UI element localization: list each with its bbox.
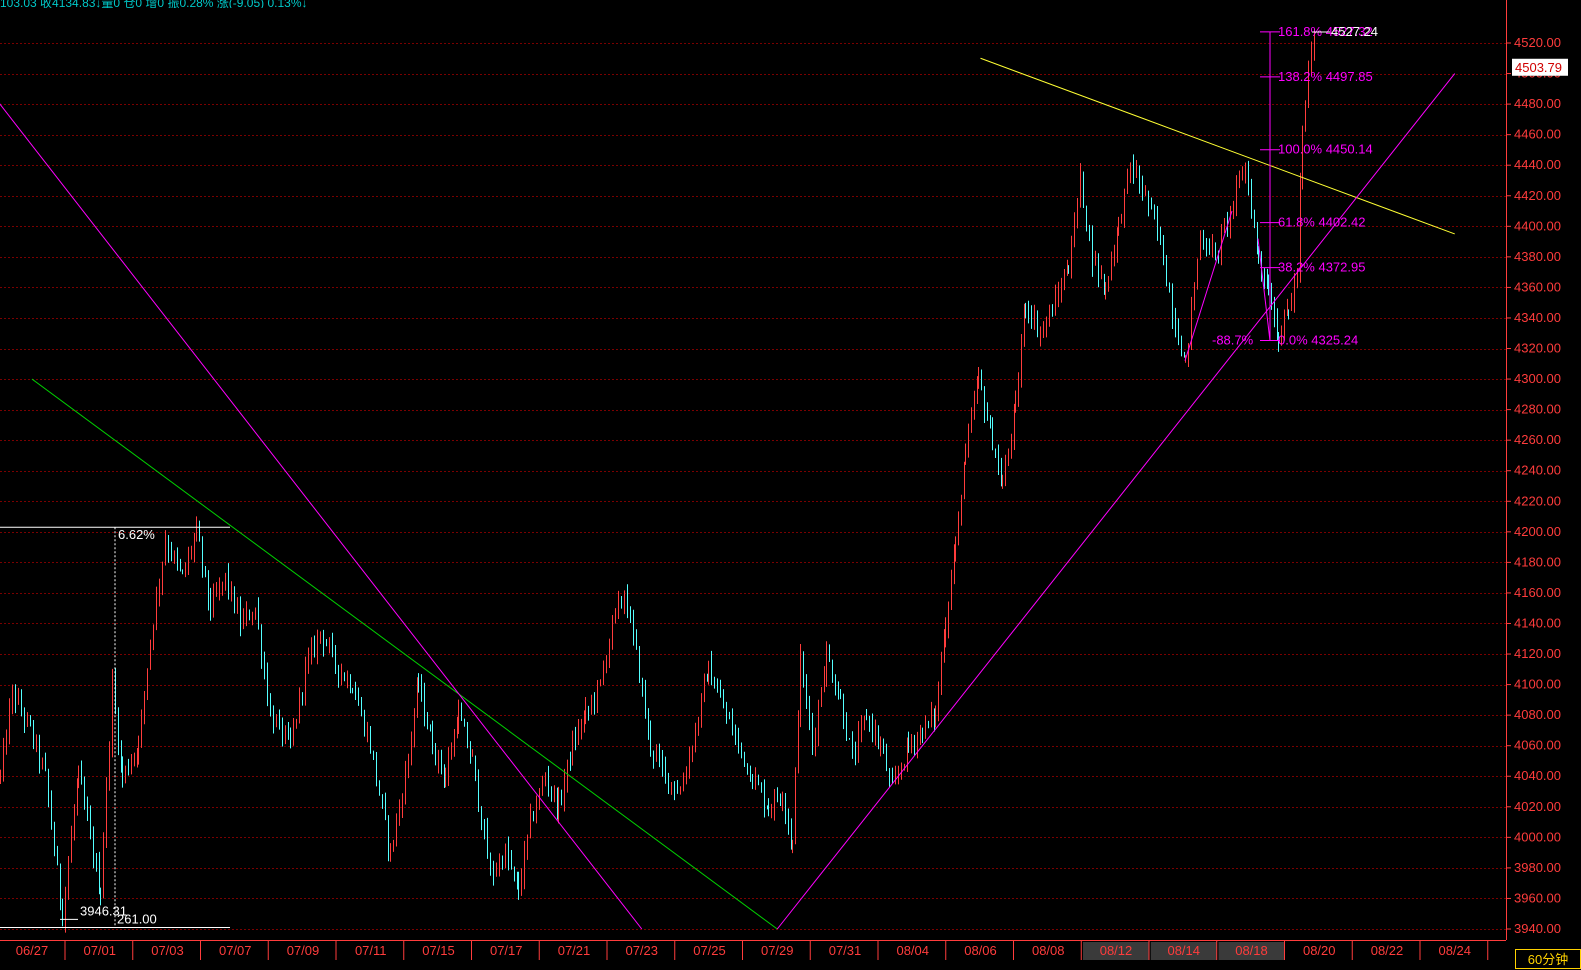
y-tick-label: 4280.00 <box>1514 402 1561 417</box>
x-tick-label: 07/15 <box>422 943 455 958</box>
current-price-label: 4503.79 <box>1515 60 1562 75</box>
x-tick-label: 07/25 <box>693 943 726 958</box>
y-tick-label: 4080.00 <box>1514 707 1561 722</box>
x-tick-label: 07/31 <box>829 943 862 958</box>
fib-level-label: 138.2% 4497.85 <box>1278 69 1373 84</box>
x-tick-label: 08/04 <box>896 943 929 958</box>
x-tick-label: 07/09 <box>287 943 320 958</box>
x-tick-label: 08/18 <box>1235 943 1268 958</box>
y-tick-label: 4380.00 <box>1514 249 1561 264</box>
x-tick-label: 07/23 <box>625 943 658 958</box>
x-tick-label: 06/27 <box>16 943 49 958</box>
x-tick-label: 08/22 <box>1371 943 1404 958</box>
fib-level-label: 38.2% 4372.95 <box>1278 260 1365 275</box>
x-tick-label: 07/01 <box>83 943 116 958</box>
fib-level-label: 100.0% 4450.14 <box>1278 142 1373 157</box>
trendline-yellow-resistance <box>980 57 1455 235</box>
y-tick-label: 4040.00 <box>1514 768 1561 783</box>
x-tick-label: 07/29 <box>761 943 794 958</box>
x-tick-label: 08/14 <box>1167 943 1200 958</box>
x-tick-label: 07/11 <box>355 943 387 958</box>
x-tick-label: 08/24 <box>1438 943 1471 958</box>
fib-level-label: 0.0% 4325.24 <box>1278 333 1358 348</box>
x-tick-label: 08/12 <box>1100 943 1133 958</box>
x-tick-label: 07/21 <box>558 943 591 958</box>
y-tick-label: 4420.00 <box>1514 188 1561 203</box>
y-tick-label: 4140.00 <box>1514 615 1561 630</box>
y-tick-label: 4520.00 <box>1514 35 1561 50</box>
y-tick-label: 4160.00 <box>1514 585 1561 600</box>
x-tick-label: 07/03 <box>151 943 184 958</box>
y-tick-label: 4460.00 <box>1514 127 1561 142</box>
y-tick-label: 4000.00 <box>1514 829 1561 844</box>
fib-high-label: 4527.24 <box>1331 24 1378 39</box>
y-tick-label: 4020.00 <box>1514 799 1561 814</box>
y-tick-label: 4360.00 <box>1514 279 1561 294</box>
y-tick-label: 4100.00 <box>1514 677 1561 692</box>
y-tick-label: 3980.00 <box>1514 860 1561 875</box>
x-tick-label: 07/17 <box>490 943 523 958</box>
y-tick-label: 4320.00 <box>1514 341 1561 356</box>
y-tick-label: 4220.00 <box>1514 493 1561 508</box>
y-tick-label: 4300.00 <box>1514 371 1561 386</box>
y-tick-label: 4200.00 <box>1514 524 1561 539</box>
range-high-pct-label: 6.62% <box>118 527 155 542</box>
x-tick-label: 08/20 <box>1303 943 1336 958</box>
x-tick-label: 07/07 <box>219 943 252 958</box>
fib-level-label: 61.8% 4402.42 <box>1278 215 1365 230</box>
y-tick-label: 4400.00 <box>1514 218 1561 233</box>
x-tick-label: 08/06 <box>964 943 997 958</box>
period-button[interactable]: 60分钟 <box>1515 949 1581 969</box>
range-bottom-label: 261.00 <box>117 911 157 926</box>
y-tick-label: 4440.00 <box>1514 157 1561 172</box>
y-tick-label: 4240.00 <box>1514 463 1561 478</box>
y-tick-label: 4260.00 <box>1514 432 1561 447</box>
y-tick-label: 3940.00 <box>1514 921 1561 936</box>
fib-retrace-label: -88.7% <box>1212 333 1254 348</box>
candlestick-chart[interactable]: 4520.004500.004480.004460.004440.004420.… <box>0 0 1581 969</box>
y-tick-label: 4120.00 <box>1514 646 1561 661</box>
y-tick-label: 4340.00 <box>1514 310 1561 325</box>
y-tick-label: 3960.00 <box>1514 890 1561 905</box>
y-tick-label: 4060.00 <box>1514 738 1561 753</box>
x-tick-label: 08/08 <box>1032 943 1065 958</box>
y-tick-label: 4180.00 <box>1514 554 1561 569</box>
trendline-channel-upper <box>0 103 643 930</box>
y-tick-label: 4480.00 <box>1514 96 1561 111</box>
